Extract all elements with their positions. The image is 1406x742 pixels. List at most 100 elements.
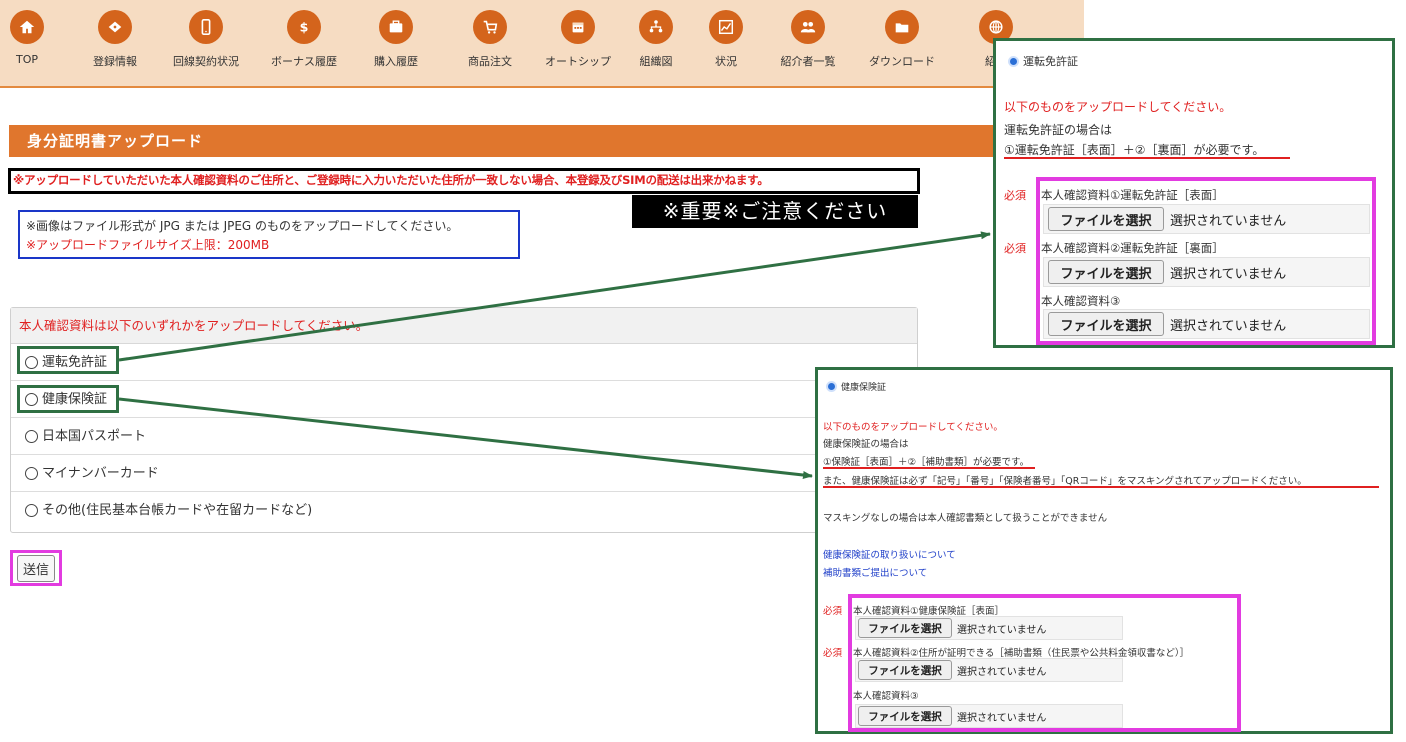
nav-label: オートシップ [545, 55, 611, 68]
license-file3-input[interactable]: ファイルを選択 選択されていません [1048, 312, 1286, 336]
license-radio-selected[interactable]: 運転免許証 [1008, 53, 1078, 69]
choose-file-button[interactable]: ファイルを選択 [1048, 260, 1164, 284]
file-status: 選択されていません [1170, 213, 1287, 229]
submit-label: 送信 [16, 554, 55, 582]
submit-button[interactable]: 送信 [10, 550, 62, 586]
license-instruction: 以下のものをアップロードしてください。 [1004, 100, 1232, 114]
nav-label: 登録情報 [93, 55, 137, 68]
radio-button[interactable] [25, 466, 38, 480]
insurance-case-text: 健康保険証の場合は [823, 439, 909, 450]
nav-label: 商品注文 [468, 55, 512, 68]
nav-label: 紹介者一覧 [780, 55, 836, 68]
file-status: 選択されていません [1170, 266, 1287, 282]
nav-label: 購入履歴 [374, 55, 418, 68]
insurance-masking-underline [823, 486, 1379, 488]
option-label: 日本国パスポート [42, 428, 147, 444]
choose-file-button[interactable]: ファイルを選択 [858, 660, 952, 680]
insurance-file1-input[interactable]: ファイルを選択 選択されていません [858, 618, 1046, 638]
nav-item-bonus-history[interactable]: $ ボーナス履歴 [262, 10, 346, 69]
insurance-file2-label: 本人確認資料②住所が証明できる［補助書類（住民票や公共料金領収書など）］ [853, 648, 1190, 659]
insurance-file1-label: 本人確認資料①健康保険証［表面］ [853, 606, 1005, 617]
nav-item-autoship[interactable]: オートシップ [536, 10, 620, 69]
nav-item-purchase-history[interactable]: 購入履歴 [354, 10, 438, 69]
radio-selected-icon [826, 381, 837, 392]
license-file2-label: 本人確認資料②運転免許証［裏面］ [1041, 241, 1224, 255]
option-drivers-license[interactable]: 運転免許証 [11, 344, 917, 381]
cart-icon [473, 10, 507, 44]
license-file1-label: 本人確認資料①運転免許証［表面］ [1041, 188, 1224, 202]
license-file2-input[interactable]: ファイルを選択 選択されていません [1048, 260, 1286, 284]
radio-button[interactable] [25, 429, 38, 443]
tag-icon [98, 10, 132, 44]
insurance-handling-link[interactable]: 健康保険証の取り扱いについて [823, 547, 956, 561]
option-passport[interactable]: 日本国パスポート [11, 418, 917, 455]
radio-button[interactable] [25, 504, 38, 517]
address-warning: ※アップロードしていただいた本人確認資料のご住所と、ご登録時に入力いただいた住所… [8, 168, 920, 194]
important-notice: ※重要※ご注意ください [632, 195, 918, 228]
nav-item-product-order[interactable]: 商品注文 [448, 10, 532, 69]
insurance-instruction: 以下のものをアップロードしてください。 [823, 422, 1003, 433]
nav-label: ボーナス履歴 [271, 55, 337, 68]
license-file3-label: 本人確認資料③ [1041, 294, 1121, 308]
file-status: 選択されていません [1170, 318, 1287, 334]
nav-item-status[interactable]: 状況 [684, 10, 768, 69]
required-badge: 必須 [823, 606, 843, 617]
option-other[interactable]: その他(住民基本台帳カードや在留カードなど) [11, 492, 917, 529]
file-format-note: ※画像はファイル形式が JPG または JPEG のものをアップロードしてくださ… [26, 219, 459, 233]
license-requirement-underline [1004, 157, 1290, 159]
nav-item-registration[interactable]: 登録情報 [73, 10, 157, 69]
selector-header: 本人確認資料は以下のいずれかをアップロードしてください。 [11, 308, 917, 344]
briefcase-icon [379, 10, 413, 44]
nav-item-referrer-list[interactable]: 紹介者一覧 [766, 10, 850, 69]
license-file1-input[interactable]: ファイルを選択 選択されていません [1048, 207, 1286, 231]
nav-label: ダウンロード [869, 55, 935, 68]
nav-label: 組織図 [639, 55, 673, 68]
required-badge: 必須 [823, 648, 843, 659]
option-label: マイナンバーカード [42, 465, 159, 481]
nav-item-line-contract[interactable]: 回線契約状況 [164, 10, 248, 69]
top-navigation: TOP 登録情報 回線契約状況 $ ボーナス履歴 購入履歴 商品注文 オートシッ… [0, 0, 1084, 88]
chart-icon [709, 10, 743, 44]
insurance-radio-label: 健康保険証 [841, 383, 887, 393]
choose-file-button[interactable]: ファイルを選択 [1048, 312, 1164, 336]
insurance-requirement-underline [823, 467, 1035, 469]
insurance-file2-input[interactable]: ファイルを選択 選択されていません [858, 660, 1046, 680]
required-badge: 必須 [1004, 189, 1026, 202]
file-status: 選択されていません [957, 624, 1047, 636]
choose-file-button[interactable]: ファイルを選択 [858, 706, 952, 726]
insurance-no-masking-note: マスキングなしの場合は本人確認書類として扱うことができません [823, 513, 1108, 524]
dollar-icon: $ [287, 10, 321, 44]
license-requirement: ①運転免許証［表面］＋②［裏面］が必要です。 [1004, 143, 1265, 157]
insurance-highlight-frame [17, 385, 119, 413]
file-status: 選択されていません [957, 712, 1047, 724]
insurance-file3-input[interactable]: ファイルを選択 選択されていません [858, 706, 1046, 726]
home-icon [10, 10, 44, 44]
insurance-requirement: ①保険証［表面］＋②［補助書類］が必要です。 [823, 457, 1030, 468]
svg-text:$: $ [300, 20, 309, 35]
license-radio-label: 運転免許証 [1023, 55, 1078, 68]
page-title: 身分証明書アップロード [9, 125, 1009, 157]
document-type-selector: 本人確認資料は以下のいずれかをアップロードしてください。 運転免許証 健康保険証… [10, 307, 918, 533]
file-status: 選択されていません [957, 666, 1047, 678]
radio-selected-icon [1008, 55, 1019, 67]
insurance-radio-selected[interactable]: 健康保険証 [826, 380, 886, 393]
choose-file-button[interactable]: ファイルを選択 [858, 618, 952, 638]
required-badge: 必須 [1004, 242, 1026, 255]
insurance-upload-panel: 健康保険証 以下のものをアップロードしてください。 健康保険証の場合は ①保険証… [815, 367, 1393, 734]
nav-item-top[interactable]: TOP [0, 10, 69, 66]
license-case-text: 運転免許証の場合は [1004, 123, 1113, 137]
folder-icon [885, 10, 919, 44]
nav-item-download[interactable]: ダウンロード [860, 10, 944, 69]
choose-file-button[interactable]: ファイルを選択 [1048, 207, 1164, 231]
option-health-insurance[interactable]: 健康保険証 [11, 381, 917, 418]
nav-label: TOP [15, 53, 38, 66]
option-label: その他(住民基本台帳カードや在留カードなど) [42, 503, 313, 518]
phone-icon [189, 10, 223, 44]
option-my-number-card[interactable]: マイナンバーカード [11, 455, 917, 492]
org-chart-icon [639, 10, 673, 44]
license-highlight-frame [17, 346, 119, 374]
file-size-note: ※アップロードファイルサイズ上限：200MB [26, 238, 270, 252]
supporting-docs-link[interactable]: 補助書類ご提出について [823, 565, 927, 579]
calendar-icon [561, 10, 595, 44]
insurance-masking-note: また、健康保険証は必ず「記号」「番号」「保険者番号」「QRコード」をマスキングさ… [823, 476, 1307, 487]
